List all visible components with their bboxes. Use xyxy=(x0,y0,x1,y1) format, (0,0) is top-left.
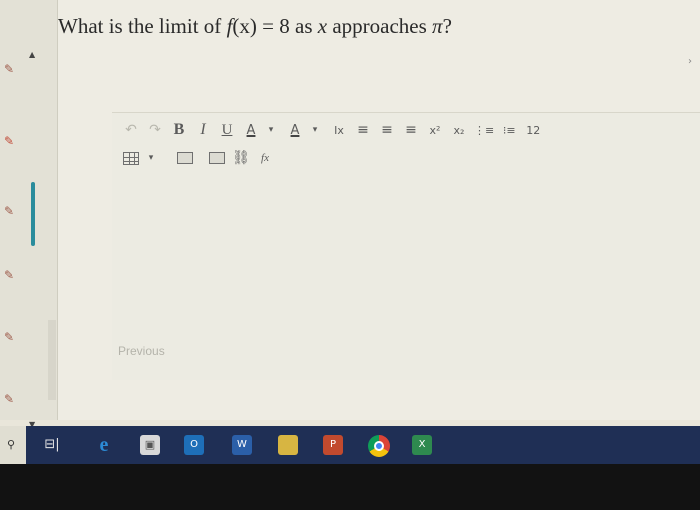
excel-icon[interactable]: X xyxy=(412,435,432,455)
bold-button[interactable]: B xyxy=(170,120,188,140)
formula-button[interactable]: fx xyxy=(256,148,274,168)
link-button[interactable]: ⛓ xyxy=(232,148,250,168)
rail-scrollbar[interactable] xyxy=(48,320,56,400)
highlight-color-dropdown[interactable]: ▾ xyxy=(306,120,324,140)
table-icon xyxy=(123,151,139,165)
font-color-button[interactable]: A xyxy=(242,120,260,140)
pin-icon[interactable]: ✎ xyxy=(4,62,20,76)
font-size-select[interactable]: 12 xyxy=(524,120,542,140)
question-equals: = 8 as xyxy=(256,14,318,38)
question-variable: x xyxy=(317,14,328,38)
subscript-button[interactable]: x₂ xyxy=(450,120,468,140)
question-mark: ? xyxy=(442,14,452,38)
search-icon[interactable]: ⚲ xyxy=(4,438,18,452)
pin-icon[interactable]: ✎ xyxy=(4,204,20,218)
align-left-button[interactable]: ≡ xyxy=(354,120,372,140)
pin-icon[interactable]: ✎ xyxy=(4,268,20,282)
align-center-button[interactable]: ≡ xyxy=(378,120,396,140)
editor-toolbar-row-2: ▾ ⛓ fx xyxy=(122,147,280,169)
numbered-list-button[interactable]: ⁝≡ xyxy=(500,120,518,140)
clear-format-button[interactable]: Ix xyxy=(330,120,348,140)
align-right-button[interactable]: ≡ xyxy=(402,120,420,140)
windows-taskbar: ⚲ ⊟| e ▣ O W P X xyxy=(0,426,700,464)
task-view-icon[interactable]: ⊟| xyxy=(42,435,62,455)
media-button[interactable] xyxy=(208,148,226,168)
font-color-dropdown[interactable]: ▾ xyxy=(262,120,280,140)
answer-editor[interactable]: ↶ ↷ B I U A ▾ A ▾ Ix ≡ ≡ ≡ x² x₂ ⋮≡ ⁝≡ 1… xyxy=(112,112,700,380)
question-text: What is the limit of f(x) = 8 as x appro… xyxy=(58,14,452,39)
rail-up-arrow[interactable]: ▲ xyxy=(29,50,35,59)
table-button[interactable] xyxy=(122,148,140,168)
undo-button[interactable]: ↶ xyxy=(122,120,140,140)
question-suffix: approaches xyxy=(327,14,433,38)
question-arg: (x) xyxy=(232,14,257,38)
underline-button[interactable]: U xyxy=(218,120,236,140)
redo-button[interactable]: ↷ xyxy=(146,120,164,140)
question-nav-rail: ▲ ✎ ✎ ✎ ✎ ✎ ✎ ▼ xyxy=(0,0,58,429)
pin-icon[interactable]: ✎ xyxy=(4,134,20,148)
scroll-up-caret[interactable]: › xyxy=(688,56,692,67)
chrome-icon[interactable] xyxy=(368,435,390,457)
word-icon[interactable]: W xyxy=(232,435,252,455)
italic-button[interactable]: I xyxy=(194,120,212,140)
superscript-button[interactable]: x² xyxy=(426,120,444,140)
previous-button[interactable]: Previous xyxy=(118,344,165,358)
bullet-list-button[interactable]: ⋮≡ xyxy=(474,120,494,140)
editor-toolbar-row-1: ↶ ↷ B I U A ▾ A ▾ Ix ≡ ≡ ≡ x² x₂ ⋮≡ ⁝≡ 1… xyxy=(122,119,548,141)
active-question-indicator xyxy=(31,182,35,246)
question-prefix: What is the limit of xyxy=(58,14,227,38)
highlight-color-button[interactable]: A xyxy=(286,120,304,140)
question-pi: π xyxy=(432,14,443,38)
store-icon[interactable]: ▣ xyxy=(140,435,160,455)
table-dropdown[interactable]: ▾ xyxy=(142,148,160,168)
pin-icon[interactable]: ✎ xyxy=(4,392,20,406)
file-explorer-icon[interactable] xyxy=(278,435,298,455)
image-button[interactable] xyxy=(176,148,194,168)
outlook-icon[interactable]: O xyxy=(184,435,204,455)
desk-surface xyxy=(0,464,700,510)
edge-icon[interactable]: e xyxy=(94,435,114,455)
image-icon xyxy=(177,152,193,164)
powerpoint-icon[interactable]: P xyxy=(323,435,343,455)
pin-icon[interactable]: ✎ xyxy=(4,330,20,344)
media-icon xyxy=(209,152,225,164)
